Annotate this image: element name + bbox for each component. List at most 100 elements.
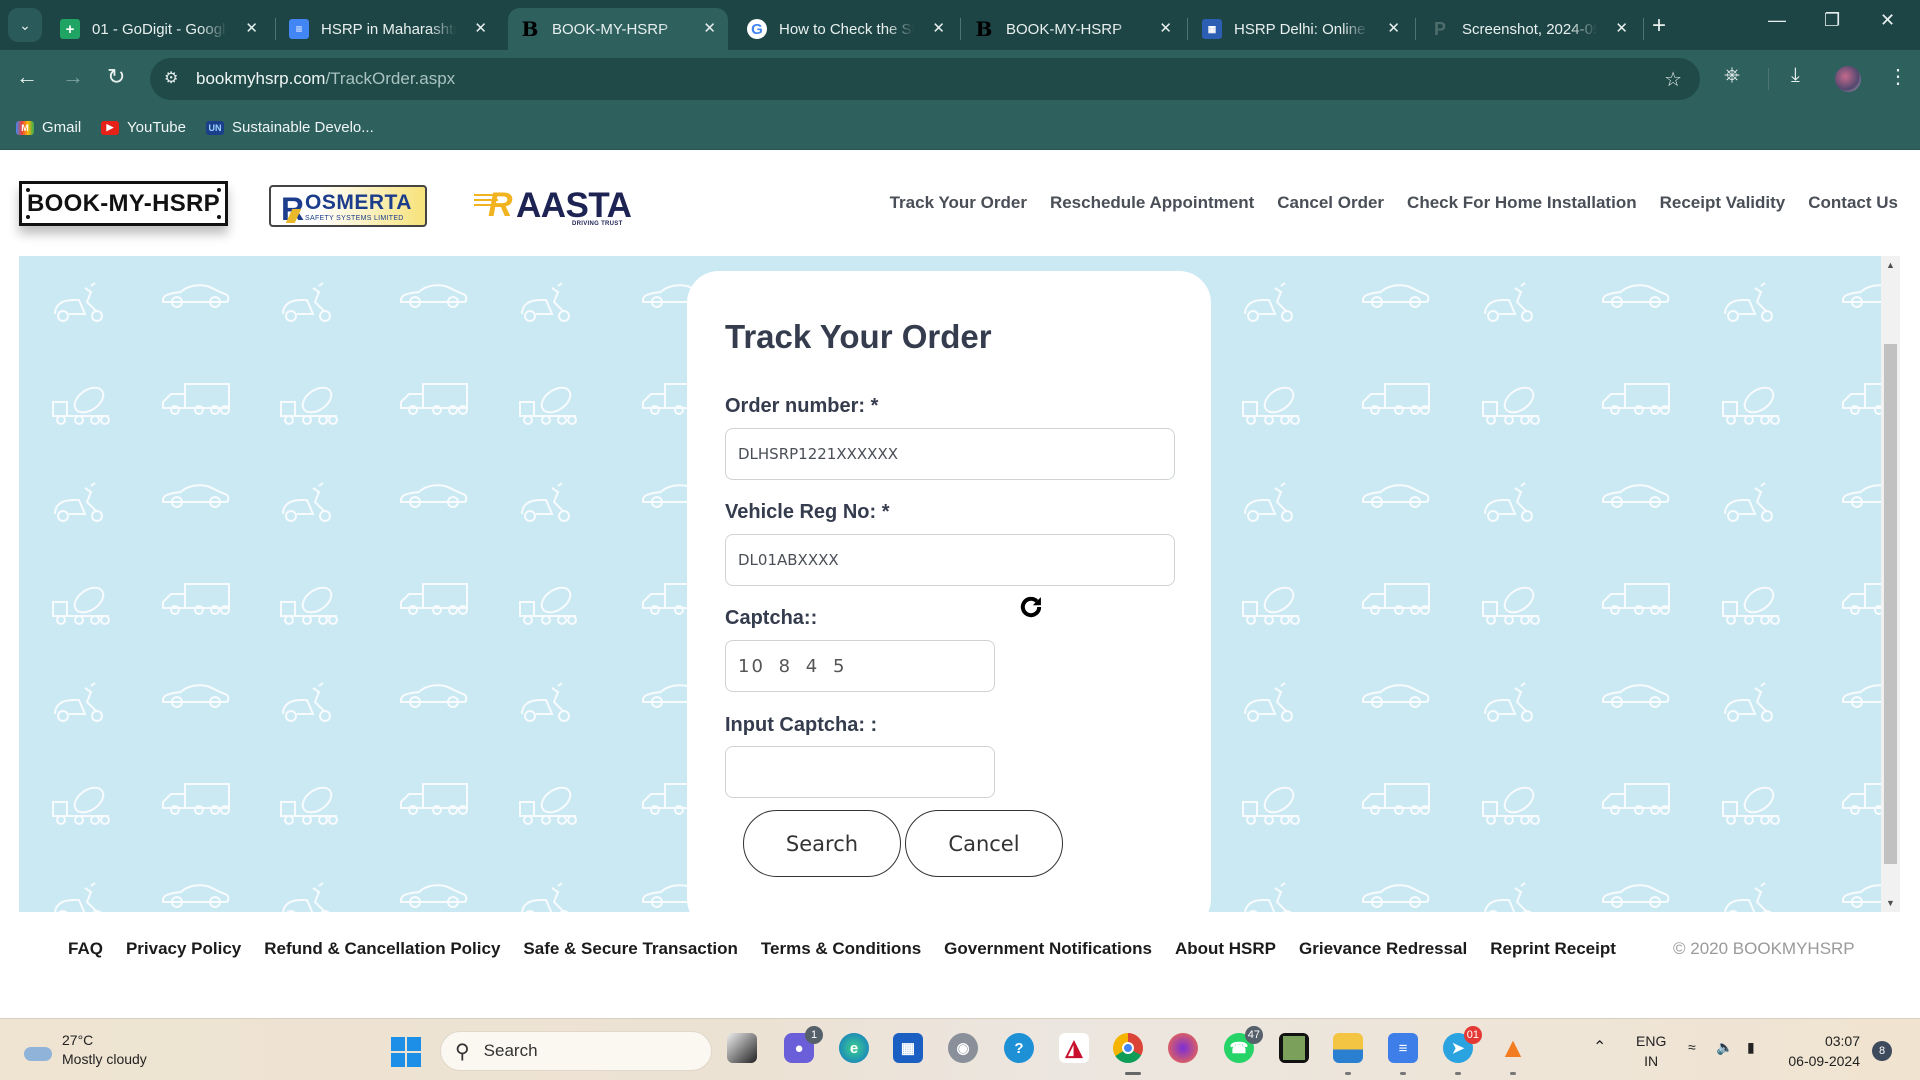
tab-how-to-check[interactable]: G How to Check the Status ✕ xyxy=(735,8,957,50)
file-explorer-icon[interactable] xyxy=(1333,1033,1363,1063)
tab-bookmyhsrp-active[interactable]: B BOOK-MY-HSRP ✕ xyxy=(508,8,728,50)
tab-bookmyhsrp-2[interactable]: B BOOK-MY-HSRP ✕ xyxy=(962,8,1184,50)
download-icon[interactable]: ⤓ xyxy=(1791,64,1800,87)
system-clock[interactable]: 03:07 06-09-2024 xyxy=(1760,1031,1860,1071)
scrollbar-thumb[interactable] xyxy=(1884,344,1897,864)
close-tab-icon[interactable]: ✕ xyxy=(245,19,258,37)
volume-icon[interactable]: 🔈 xyxy=(1716,1039,1733,1056)
page-title: Track Your Order xyxy=(725,318,992,355)
firefox-icon[interactable] xyxy=(1168,1033,1198,1063)
car-icon xyxy=(159,280,233,315)
telegram-icon[interactable]: ➤ 01 xyxy=(1443,1026,1482,1063)
teams-chat-icon[interactable]: ● 1 xyxy=(784,1026,823,1063)
extensions-icon[interactable]: ⎈ xyxy=(1724,64,1740,87)
footer-link-terms[interactable]: Terms & Conditions xyxy=(761,939,921,959)
nav-track-your-order[interactable]: Track Your Order xyxy=(890,193,1027,213)
scroll-down-arrow-icon[interactable]: ▼ xyxy=(1881,894,1900,912)
scooter-icon xyxy=(1479,880,1539,912)
minimize-button[interactable]: — xyxy=(1768,10,1786,31)
whatsapp-icon[interactable]: ☎ 47 xyxy=(1224,1026,1263,1063)
footer-link-privacy[interactable]: Privacy Policy xyxy=(126,939,241,959)
close-tab-icon[interactable]: ✕ xyxy=(1387,19,1400,37)
forward-button[interactable]: → xyxy=(62,64,84,90)
bookmarks-bar: M Gmail ▶ YouTube UN Sustainable Develo.… xyxy=(0,108,1920,150)
tab-divider xyxy=(275,18,276,40)
menu-kebab-icon[interactable]: ⋮ xyxy=(1888,64,1908,89)
help-icon[interactable]: ? xyxy=(1004,1033,1034,1063)
plate-rivet xyxy=(217,188,221,192)
app-icon[interactable]: ◉ xyxy=(948,1033,978,1063)
order-number-input[interactable] xyxy=(725,428,1175,480)
nav-contact-us[interactable]: Contact Us xyxy=(1808,193,1898,213)
taskbar-search[interactable]: ⚲ Search xyxy=(440,1031,712,1071)
google-docs-icon[interactable]: ≡ xyxy=(1388,1033,1418,1063)
chrome-icon[interactable] xyxy=(1113,1033,1143,1063)
truck-icon xyxy=(1359,380,1433,421)
nav-cancel-order[interactable]: Cancel Order xyxy=(1277,193,1384,213)
bookmyhsrp-logo[interactable]: BOOK-MY-HSRP xyxy=(19,181,228,226)
footer-link-govt-notifications[interactable]: Government Notifications xyxy=(944,939,1152,959)
mixer-truck-icon xyxy=(1719,380,1783,433)
close-window-button[interactable]: ✕ xyxy=(1880,10,1895,31)
new-tab-button[interactable]: + xyxy=(1652,12,1666,40)
refresh-captcha-icon[interactable] xyxy=(1017,593,1045,621)
footer-link-about-hsrp[interactable]: About HSRP xyxy=(1175,939,1276,959)
task-view-icon[interactable] xyxy=(727,1033,757,1063)
footer-link-secure-transaction[interactable]: Safe & Secure Transaction xyxy=(523,939,737,959)
close-tab-icon[interactable]: ✕ xyxy=(703,19,716,37)
tab-search-button[interactable]: ⌄ xyxy=(8,8,42,42)
mcafee-icon[interactable]: ◮ xyxy=(1059,1033,1089,1063)
reload-button[interactable]: ↻ xyxy=(107,64,125,90)
game-app-icon[interactable] xyxy=(1279,1033,1309,1063)
scroll-up-arrow-icon[interactable]: ▲ xyxy=(1881,256,1900,274)
wifi-icon[interactable]: ≈ xyxy=(1688,1039,1696,1055)
close-tab-icon[interactable]: ✕ xyxy=(474,19,487,37)
close-tab-icon[interactable]: ✕ xyxy=(1615,19,1628,37)
windows-taskbar: 27°C Mostly cloudy ⚲ Search ● 1 e ▦ ◉ ? ◮ … xyxy=(0,1018,1920,1080)
plate-rivet xyxy=(217,215,221,219)
edge-icon[interactable]: e xyxy=(839,1033,869,1063)
start-button[interactable] xyxy=(391,1037,421,1067)
bookmark-sustainable-development[interactable]: UN Sustainable Develo... xyxy=(206,119,374,136)
battery-icon[interactable]: ▮ xyxy=(1747,1039,1755,1056)
nav-reschedule-appointment[interactable]: Reschedule Appointment xyxy=(1050,193,1254,213)
input-captcha-field[interactable] xyxy=(725,746,995,798)
language-indicator[interactable]: ENG IN xyxy=(1636,1031,1666,1071)
tab-hsrp-delhi[interactable]: ▦ HSRP Delhi: Online R ✕ xyxy=(1190,8,1412,50)
back-button[interactable]: ← xyxy=(16,64,38,90)
notification-badge[interactable]: 8 xyxy=(1872,1041,1892,1061)
gmail-icon: M xyxy=(16,120,34,135)
scooter-icon xyxy=(277,680,337,729)
scooter-icon xyxy=(516,280,576,329)
tab-godigit-sheet[interactable]: + 01 - GoDigit - Google Sheets ✕ xyxy=(48,8,270,50)
nav-receipt-validity[interactable]: Receipt Validity xyxy=(1660,193,1786,213)
site-info-icon[interactable]: ⚙ xyxy=(164,68,178,88)
address-bar[interactable]: ⚙ bookmyhsrp.com/TrackOrder.aspx ☆ xyxy=(150,58,1700,100)
profile-avatar[interactable] xyxy=(1835,66,1861,92)
restore-button[interactable]: ❐ xyxy=(1824,10,1840,31)
vehicle-reg-input[interactable] xyxy=(725,534,1175,586)
cancel-button[interactable]: Cancel xyxy=(905,810,1063,877)
close-tab-icon[interactable]: ✕ xyxy=(932,19,945,37)
scooter-icon xyxy=(49,480,109,529)
tab-hsrp-maharashtra[interactable]: ≡ HSRP in Maharashtra ✕ xyxy=(277,8,499,50)
bookmark-gmail[interactable]: M Gmail xyxy=(16,119,81,136)
footer-link-faq[interactable]: FAQ xyxy=(68,939,103,959)
nav-home-installation[interactable]: Check For Home Installation xyxy=(1407,193,1637,213)
footer-link-grievance[interactable]: Grievance Redressal xyxy=(1299,939,1467,959)
footer-link-refund[interactable]: Refund & Cancellation Policy xyxy=(264,939,500,959)
close-tab-icon[interactable]: ✕ xyxy=(1159,19,1172,37)
car-icon xyxy=(159,880,233,912)
page-scrollbar[interactable]: ▲ ▼ xyxy=(1881,256,1900,912)
microsoft-store-icon[interactable]: ▦ xyxy=(893,1033,923,1063)
show-hidden-icons-chevron[interactable]: ⌃ xyxy=(1593,1037,1606,1057)
vlc-icon[interactable]: ▲ xyxy=(1498,1032,1528,1063)
bookmark-star-icon[interactable]: ☆ xyxy=(1664,67,1682,92)
weather-widget[interactable]: 27°C Mostly cloudy xyxy=(22,1031,147,1069)
footer-link-reprint-receipt[interactable]: Reprint Receipt xyxy=(1490,939,1616,959)
truck-icon xyxy=(397,380,471,421)
tab-screenshot[interactable]: P Screenshot, 2024-09 ✕ xyxy=(1418,8,1640,50)
bookmark-youtube[interactable]: ▶ YouTube xyxy=(101,119,186,136)
search-button[interactable]: Search xyxy=(743,810,901,877)
url-text[interactable]: bookmyhsrp.com/TrackOrder.aspx xyxy=(196,69,455,89)
